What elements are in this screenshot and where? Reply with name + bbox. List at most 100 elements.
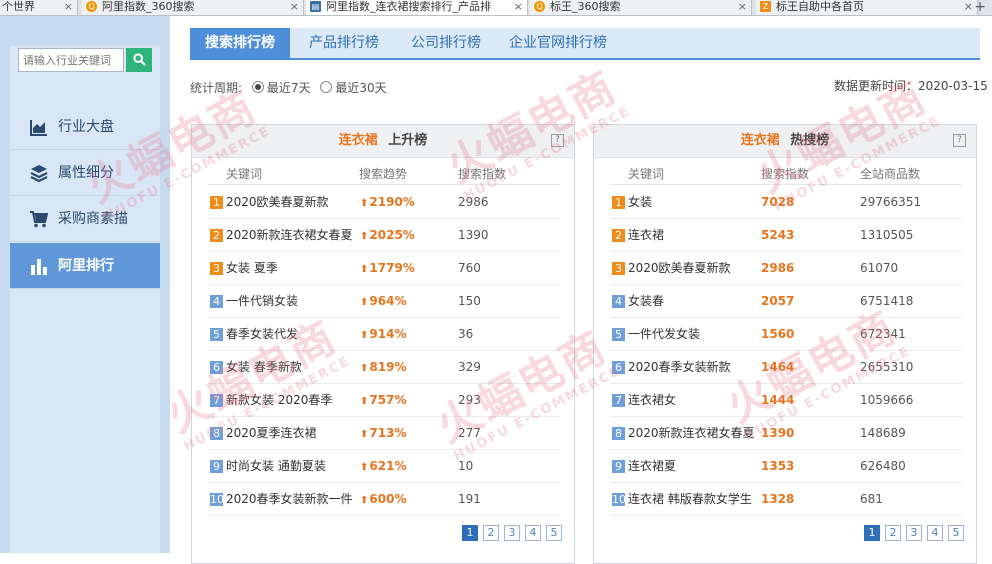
page-button[interactable]: 1 <box>462 525 478 541</box>
industry-search-input[interactable] <box>18 48 124 72</box>
keyword-cell[interactable]: 女装春 <box>628 285 664 318</box>
sidebar-item-ali-ranking[interactable]: 阿里排行 <box>10 243 160 289</box>
rank-badge: 4 <box>612 295 625 308</box>
page-button[interactable]: 2 <box>483 525 499 541</box>
keyword-cell[interactable]: 时尚女装 通勤夏装 <box>226 450 326 483</box>
new-tab-button[interactable]: + <box>974 0 986 15</box>
table-row[interactable]: 9 时尚女装 通勤夏装 ⬆621% 10 <box>192 450 576 483</box>
close-icon[interactable]: × <box>738 0 747 13</box>
table-row[interactable]: 2 2020新款连衣裙女春夏 ⬆2025% 1390 <box>192 219 576 252</box>
sidebar-item-buyer-profile[interactable]: 采购商素描 <box>10 196 160 242</box>
table-row[interactable]: 10 连衣裙 韩版春款女学生 1328 681 <box>594 483 978 516</box>
radio-label-7-days[interactable]: 最近7天 <box>267 81 311 95</box>
trend-value: 2025% <box>369 228 415 242</box>
tab-official-site-ranking[interactable]: 企业官网排行榜 <box>502 28 614 58</box>
radio-label-30-days[interactable]: 最近30天 <box>335 81 386 95</box>
trend-value: 600% <box>369 492 407 506</box>
table-row[interactable]: 2 连衣裙 5243 1310505 <box>594 219 978 252</box>
table-row[interactable]: 1 女装 7028 29766351 <box>594 186 978 219</box>
keyword-cell[interactable]: 2020春季女装新款一件 <box>226 483 353 516</box>
search-button[interactable] <box>126 48 152 72</box>
table-row[interactable]: 3 2020欧美春夏新款 2986 61070 <box>594 252 978 285</box>
keyword-cell[interactable]: 一件代销女装 <box>226 285 298 318</box>
index-cell: 36 <box>458 327 474 341</box>
browser-tab-label: 标王_360搜索 <box>550 0 621 13</box>
keyword-cell[interactable]: 2020新款连衣裙女春夏 <box>628 417 755 450</box>
keyword-cell[interactable]: 一件代发女装 <box>628 318 700 351</box>
table-row[interactable]: 10 2020春季女装新款一件 ⬆600% 191 <box>192 483 576 516</box>
page-button[interactable]: 2 <box>885 525 901 541</box>
keyword-cell[interactable]: 2020春季女装新款 <box>628 351 731 384</box>
keyword-cell[interactable]: 2020夏季连衣裙 <box>226 417 317 450</box>
sidebar-item-attribute-breakdown[interactable]: 属性细分 <box>10 150 160 196</box>
browser-tab[interactable]: 个世界 × <box>0 0 78 15</box>
keyword-cell[interactable]: 连衣裙女 <box>628 384 676 417</box>
page-button[interactable]: 4 <box>525 525 541 541</box>
page-button[interactable]: 5 <box>948 525 964 541</box>
browser-tab[interactable]: Z 标王自助中各首页 × <box>756 0 978 15</box>
rank-badge: 1 <box>612 196 625 209</box>
rank-badge: 2 <box>210 229 223 242</box>
help-icon[interactable]: ? <box>953 134 966 147</box>
layers-icon <box>30 165 48 182</box>
trend-cell: ⬆914% <box>360 318 406 351</box>
help-icon[interactable]: ? <box>551 134 564 147</box>
close-icon[interactable]: × <box>64 0 73 13</box>
sidebar-item-industry-overview[interactable]: 行业大盘 <box>10 104 160 150</box>
page-button[interactable]: 5 <box>546 525 562 541</box>
table-row[interactable]: 4 一件代销女装 ⬆964% 150 <box>192 285 576 318</box>
keyword-cell[interactable]: 连衣裙夏 <box>628 450 676 483</box>
keyword-cell[interactable]: 连衣裙 韩版春款女学生 <box>628 483 752 516</box>
keyword-cell[interactable]: 女装 夏季 <box>226 252 278 285</box>
table-row[interactable]: 8 2020夏季连衣裙 ⬆713% 277 <box>192 417 576 450</box>
arrow-up-icon: ⬆ <box>360 429 369 440</box>
table-row[interactable]: 3 女装 夏季 ⬆1779% 760 <box>192 252 576 285</box>
radio-30-days[interactable] <box>320 81 333 93</box>
radio-7-days[interactable] <box>251 81 264 93</box>
index-cell: 1328 <box>761 492 795 506</box>
rank-badge: 10 <box>612 493 626 506</box>
close-icon[interactable]: × <box>290 0 299 13</box>
panel-title: 连衣裙 热搜榜 ? <box>594 125 976 158</box>
page-button[interactable]: 3 <box>906 525 922 541</box>
keyword-cell[interactable]: 2020欧美春夏新款 <box>628 252 731 285</box>
table-row[interactable]: 7 新款女装 2020春季 ⬆757% 293 <box>192 384 576 417</box>
keyword-cell[interactable]: 女装 <box>628 186 652 219</box>
keyword-cell[interactable]: 春季女装代发 <box>226 318 298 351</box>
table-row[interactable]: 5 一件代发女装 1560 672341 <box>594 318 978 351</box>
close-icon[interactable]: × <box>511 0 523 13</box>
keyword-cell[interactable]: 新款女装 2020春季 <box>226 384 332 417</box>
browser-tab-strip: 个世界 × Q 阿里指数_360搜索 × ▤ 阿里指数_连衣裙搜索排行_产品排 … <box>0 0 992 16</box>
index-cell: 1464 <box>761 360 795 374</box>
browser-tab[interactable]: Q 阿里指数_360搜索 × <box>82 0 304 15</box>
page-button[interactable]: 1 <box>864 525 880 541</box>
browser-tab[interactable]: Q 标王_360搜索 × <box>530 0 752 15</box>
table-row[interactable]: 1 2020欧美春夏新款 ⬆2190% 2986 <box>192 186 576 219</box>
keyword-cell[interactable]: 女装 春季新款 <box>226 351 302 384</box>
data-update-time: 数据更新时间：2020-03-15 <box>834 79 988 93</box>
keyword-cell[interactable]: 2020新款连衣裙女春夏 <box>226 219 353 252</box>
browser-tab-active[interactable]: ▤ 阿里指数_连衣裙搜索排行_产品排 × <box>306 0 528 15</box>
rank-badge: 10 <box>210 493 224 506</box>
search-engine-icon: Q <box>534 1 545 12</box>
page-button[interactable]: 3 <box>504 525 520 541</box>
close-icon[interactable]: × <box>964 0 973 13</box>
tab-company-ranking[interactable]: 公司排行榜 <box>396 28 496 58</box>
table-row[interactable]: 7 连衣裙女 1444 1059666 <box>594 384 978 417</box>
table-row[interactable]: 9 连衣裙夏 1353 626480 <box>594 450 978 483</box>
table-row[interactable]: 4 女装春 2057 6751418 <box>594 285 978 318</box>
index-cell: 2986 <box>761 261 795 275</box>
table-row[interactable]: 6 2020春季女装新款 1464 2655310 <box>594 351 978 384</box>
keyword-cell[interactable]: 2020欧美春夏新款 <box>226 186 329 219</box>
tab-product-ranking[interactable]: 产品排行榜 <box>294 28 394 58</box>
table-row[interactable]: 8 2020新款连衣裙女春夏 1390 148689 <box>594 417 978 450</box>
table-row[interactable]: 6 女装 春季新款 ⬆819% 329 <box>192 351 576 384</box>
table-row[interactable]: 5 春季女装代发 ⬆914% 36 <box>192 318 576 351</box>
rank-badge: 5 <box>210 328 223 341</box>
keyword-cell[interactable]: 连衣裙 <box>628 219 664 252</box>
index-cell: 760 <box>458 261 481 275</box>
panel-title: 连衣裙 上升榜 ? <box>192 125 574 158</box>
sidebar-item-label: 采购商素描 <box>58 211 128 227</box>
tab-search-ranking[interactable]: 搜索排行榜 <box>190 28 290 58</box>
page-button[interactable]: 4 <box>927 525 943 541</box>
